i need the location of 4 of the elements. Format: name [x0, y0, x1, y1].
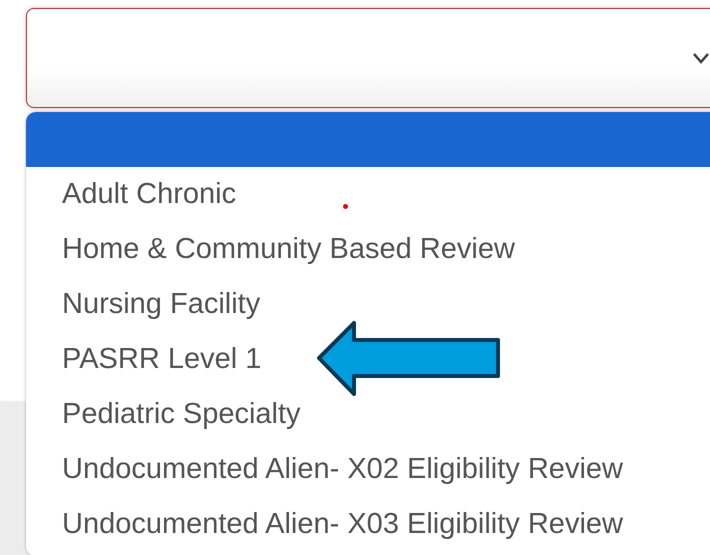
left-arrow-icon	[316, 320, 502, 398]
chevron-down-icon	[691, 51, 710, 65]
dot-mark	[343, 204, 348, 209]
dropdown-select[interactable]	[26, 8, 710, 108]
